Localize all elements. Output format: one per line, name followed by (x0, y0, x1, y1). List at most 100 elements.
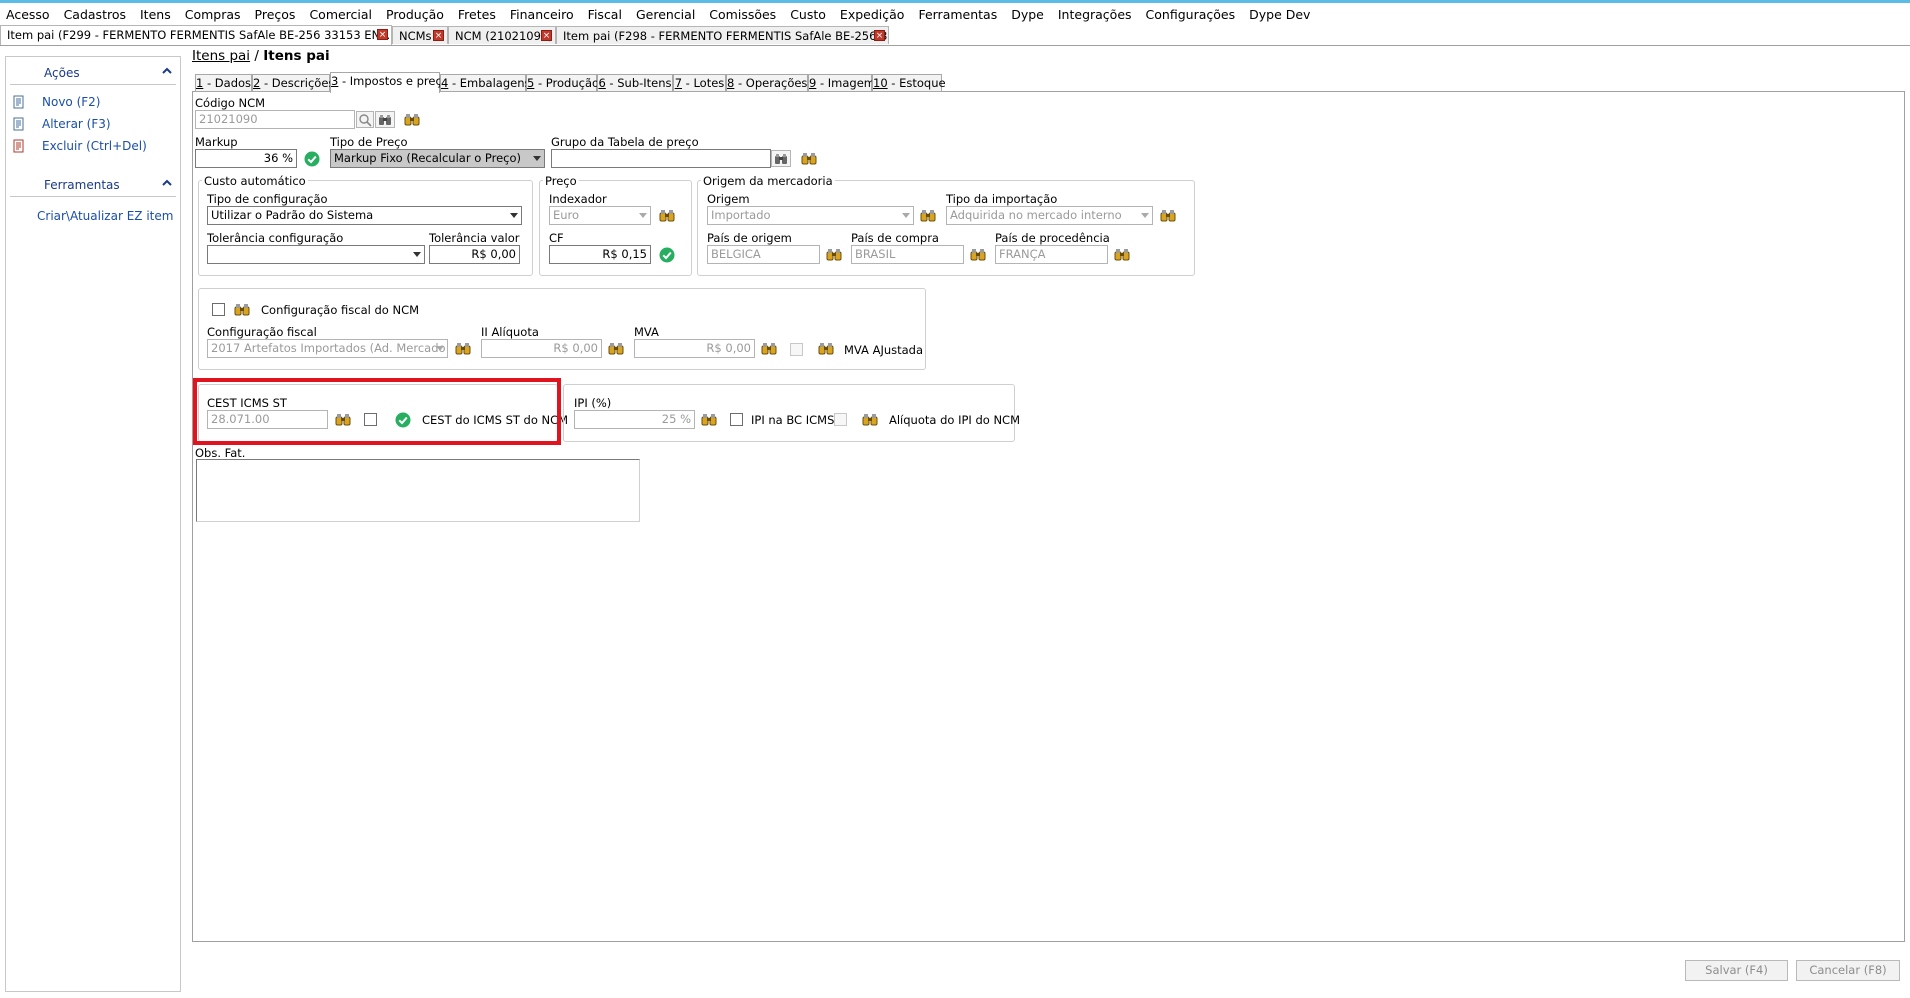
menu-item[interactable]: Fiscal (581, 7, 629, 22)
tools-header[interactable]: Ferramentas (6, 173, 180, 195)
ii-aliquota-input[interactable]: R$ 0,00 (481, 339, 602, 358)
menu-item[interactable]: Dype Dev (1242, 7, 1317, 22)
tab-estoque[interactable]: 10 - Estoque (872, 74, 946, 92)
tipo-config-select[interactable]: Utilizar o Padrão do Sistema (207, 206, 522, 225)
tab-descricoes[interactable]: 2 - Descrições (252, 74, 334, 92)
tolerancia-valor-input[interactable]: R$ 0,00 (429, 245, 520, 264)
binoculars-icon[interactable] (1114, 247, 1130, 263)
indexador-select[interactable]: Euro (549, 206, 651, 225)
menu-item[interactable]: Custo (783, 7, 833, 22)
doc-tab-item-f298[interactable]: Item pai (F298 - FERMENTO FERMENTIS SafA… (556, 26, 889, 44)
menu-item[interactable]: Fretes (451, 7, 503, 22)
ncm-search-button[interactable] (356, 111, 374, 128)
doc-tab-item-f299[interactable]: Item pai (F299 - FERMENTO FERMENTIS SafA… (0, 25, 392, 45)
codigo-ncm-input[interactable]: 21021090 (195, 110, 355, 129)
dropdown-arrow-icon (413, 252, 421, 257)
close-icon[interactable]: × (377, 29, 388, 40)
aliquota-ipi-ncm-checkbox[interactable] (834, 413, 847, 426)
binoculars-icon[interactable] (455, 341, 471, 357)
action-novo[interactable]: Novo (F2) (12, 93, 100, 111)
ipi-input[interactable]: 25 % (574, 410, 695, 429)
doc-tab-ncm-21021090[interactable]: NCM (21021090) × (448, 26, 556, 44)
menu-item[interactable]: Expedição (833, 7, 912, 22)
grupo-tabela-input[interactable] (551, 149, 771, 168)
actions-title: Ações (44, 66, 80, 80)
menu-item[interactable]: Preços (248, 7, 303, 22)
tab-impostos-preco[interactable]: 3 - Impostos e preço (330, 72, 449, 93)
chevron-up-icon[interactable] (160, 176, 174, 190)
tab-operacoes[interactable]: 8 - Operações (726, 74, 808, 92)
menu-item[interactable]: Financeiro (503, 7, 581, 22)
binoculars-icon[interactable] (826, 247, 842, 263)
menu-item[interactable]: Comissões (702, 7, 783, 22)
binoculars-icon[interactable] (659, 208, 675, 224)
actions-header[interactable]: Ações (6, 61, 180, 83)
tab-embalagens[interactable]: 4 - Embalagens (440, 74, 531, 92)
menu-item[interactable]: Compras (178, 7, 248, 22)
binoculars-icon[interactable] (1160, 208, 1176, 224)
close-icon[interactable]: × (541, 30, 552, 41)
tipo-importacao-select[interactable]: Adquirida no mercado interno (946, 206, 1153, 225)
binoculars-icon[interactable] (234, 302, 250, 318)
menu-item[interactable]: Integrações (1051, 7, 1139, 22)
menu-item[interactable]: Dype (1004, 7, 1051, 22)
save-button[interactable]: Salvar (F4) (1685, 960, 1788, 981)
action-excluir[interactable]: Excluir (Ctrl+Del) (12, 137, 147, 155)
menu-item[interactable]: Configurações (1139, 7, 1243, 22)
chevron-up-icon[interactable] (160, 64, 174, 78)
binoculars-icon[interactable] (920, 208, 936, 224)
new-doc-icon (12, 95, 26, 109)
menu-item[interactable]: Itens (133, 7, 178, 22)
action-alterar[interactable]: Alterar (F3) (12, 115, 111, 133)
preco-title: Preço (543, 174, 579, 188)
pais-procedencia-input[interactable]: FRANÇA (995, 245, 1108, 264)
left-panel: Ações Novo (F2) Alterar (F3) Excluir (Ct… (5, 56, 181, 992)
binoculars-icon[interactable] (970, 247, 986, 263)
menu-item[interactable]: Acesso (0, 7, 57, 22)
markup-input[interactable]: 36 % (195, 149, 297, 168)
menu-item[interactable]: Gerencial (629, 7, 702, 22)
tab-producao[interactable]: 5 - Produção (526, 74, 599, 92)
binoculars-icon[interactable] (608, 341, 624, 357)
mva-input[interactable]: R$ 0,00 (634, 339, 755, 358)
tool-criar-ez-item[interactable]: Criar\Atualizar EZ item (37, 207, 173, 225)
tab-sub-itens[interactable]: 6 - Sub-Itens (597, 74, 673, 92)
pais-compra-label: País de compra (851, 231, 939, 245)
grupo-tabela-binoculars-button[interactable] (771, 150, 791, 167)
binoculars-icon[interactable] (404, 112, 420, 128)
close-icon[interactable]: × (433, 30, 444, 41)
ipi-bc-icms-checkbox[interactable] (730, 413, 743, 426)
cancel-button[interactable]: Cancelar (F8) (1796, 960, 1900, 981)
binoculars-icon[interactable] (801, 151, 817, 167)
binoculars-icon[interactable] (862, 412, 878, 428)
cf-label: CF (549, 231, 564, 245)
tipo-preco-select[interactable]: Markup Fixo (Recalcular o Preço) (330, 149, 545, 168)
breadcrumb-current: Itens pai (263, 48, 330, 64)
tolerancia-config-select[interactable] (207, 245, 425, 264)
menu-item[interactable]: Produção (379, 7, 451, 22)
tab-lotes[interactable]: 7 - Lotes (673, 74, 726, 92)
binoculars-icon[interactable] (818, 341, 834, 357)
menu-item[interactable]: Cadastros (57, 7, 133, 22)
config-fiscal-select[interactable]: 2017 Artefatos Importados (Ad. Mercado I… (207, 339, 448, 358)
ipi-label: IPI (%) (574, 396, 612, 410)
pais-compra-input[interactable]: BRASIL (851, 245, 964, 264)
pais-origem-input[interactable]: BELGICA (707, 245, 820, 264)
menu-item[interactable]: Comercial (302, 7, 379, 22)
config-fiscal-ncm-checkbox[interactable] (212, 303, 225, 316)
binoculars-icon[interactable] (761, 341, 777, 357)
obs-fat-textarea[interactable] (196, 459, 640, 522)
highlight-box (193, 378, 561, 445)
menu-item[interactable]: Ferramentas (911, 7, 1004, 22)
tab-dados[interactable]: 1 - Dados (195, 74, 252, 92)
doc-tab-ncms[interactable]: NCMs × (392, 26, 448, 44)
mva-ajustada-checkbox[interactable] (790, 343, 803, 356)
close-icon[interactable]: × (874, 30, 885, 41)
cf-input[interactable]: R$ 0,15 (549, 245, 651, 264)
origem-select[interactable]: Importado (707, 206, 914, 225)
ncm-binoculars-button[interactable] (375, 111, 395, 128)
tab-imagem[interactable]: 9 - Imagem (808, 74, 875, 92)
action-label: Excluir (Ctrl+Del) (42, 139, 147, 153)
breadcrumb-parent[interactable]: Itens pai (192, 48, 250, 64)
binoculars-icon[interactable] (701, 412, 717, 428)
